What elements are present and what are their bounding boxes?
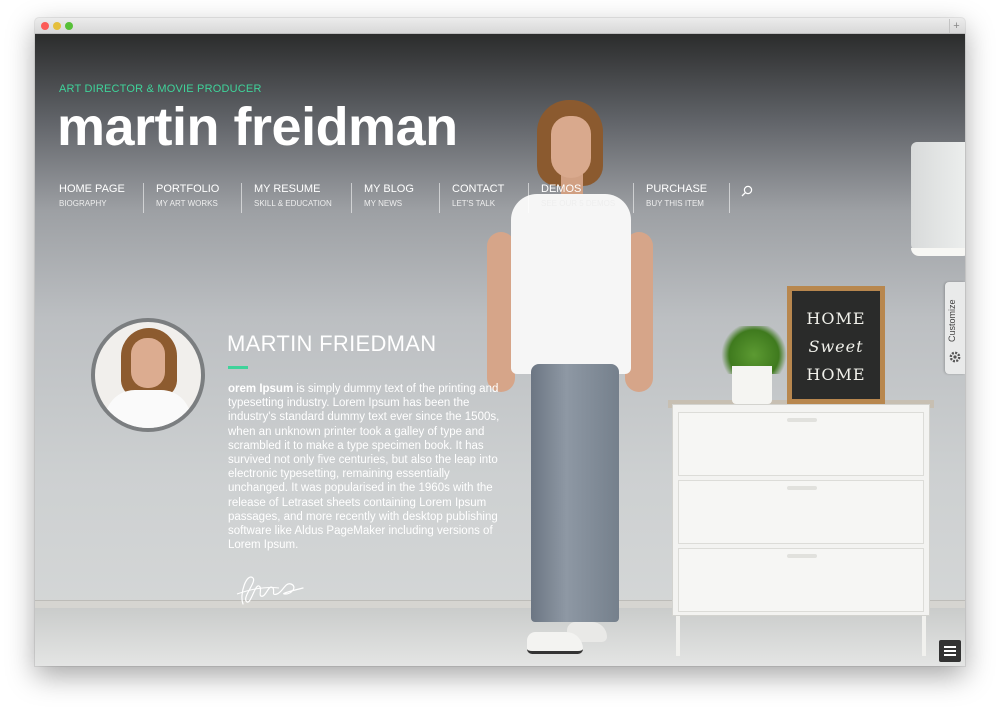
drawer xyxy=(678,412,924,476)
page-viewport: HOME Sweet HOME ART DIRECTOR & MOVIE PRO… xyxy=(35,34,965,666)
drawer xyxy=(678,548,924,612)
browser-window: + HOME Sweet HOME ART DIRECTOR & MOVIE P… xyxy=(35,18,965,666)
nav-sublabel: BIOGRAPHY xyxy=(59,199,107,208)
plant-pot xyxy=(732,366,772,404)
bio-text: is simply dummy text of the printing and… xyxy=(228,383,500,552)
nav-label: HOME PAGE xyxy=(59,183,125,195)
nav-label: CONTACT xyxy=(452,183,505,195)
site-title[interactable]: martin freidman xyxy=(57,95,458,159)
close-window-button[interactable] xyxy=(41,22,49,30)
new-tab-button[interactable]: + xyxy=(949,19,963,33)
nav-divider xyxy=(633,183,634,213)
lamp-image xyxy=(911,142,965,252)
browser-titlebar: + xyxy=(35,18,965,34)
profile-bio: orem Ipsum is simply dummy text of the p… xyxy=(228,382,512,552)
gear-icon xyxy=(949,351,961,363)
maximize-window-button[interactable] xyxy=(65,22,73,30)
nav-item-home[interactable]: HOME PAGE BIOGRAPHY xyxy=(59,183,125,213)
bio-lead: orem Ipsum xyxy=(228,383,294,395)
nav-label: DEMOS xyxy=(541,183,582,195)
drawer xyxy=(678,480,924,544)
nav-divider xyxy=(729,183,730,213)
nav-item-resume[interactable]: MY RESUME SKILL & EDUCATION xyxy=(254,183,332,213)
accent-divider xyxy=(228,366,248,369)
nav-item-purchase[interactable]: PURCHASE BUY THIS ITEM xyxy=(646,183,707,213)
menu-icon[interactable] xyxy=(939,640,961,662)
chalkboard-frame: HOME Sweet HOME xyxy=(787,286,885,404)
profile-name: MARTIN FRIEDMAN xyxy=(227,331,437,356)
chalkboard-text: HOME Sweet HOME xyxy=(792,291,880,399)
nav-divider xyxy=(528,183,529,213)
nav-divider xyxy=(439,183,440,213)
nav-divider xyxy=(143,183,144,213)
nav-sublabel: MY NEWS xyxy=(364,199,403,208)
hero-person-image xyxy=(467,94,687,666)
nav-item-blog[interactable]: MY BLOG MY NEWS xyxy=(364,183,414,213)
nav-item-portfolio[interactable]: PORTFOLIO MY ART WORKS xyxy=(156,183,219,213)
minimize-window-button[interactable] xyxy=(53,22,61,30)
nav-sublabel: LET'S TALK xyxy=(452,199,496,208)
site-tagline: ART DIRECTOR & MOVIE PRODUCER xyxy=(59,83,262,95)
nav-sublabel: BUY THIS ITEM xyxy=(646,199,704,208)
dresser-leg xyxy=(922,616,926,656)
nav-item-contact[interactable]: CONTACT LET'S TALK xyxy=(452,183,504,213)
signature-image xyxy=(236,576,304,605)
customize-tab[interactable]: Customize xyxy=(945,282,965,374)
nav-label: MY BLOG xyxy=(364,183,414,195)
nav-sublabel: SEE OUR 5 DEMOS xyxy=(541,199,616,208)
nav-label: PORTFOLIO xyxy=(156,183,220,195)
nav-divider xyxy=(241,183,242,213)
nav-sublabel: SKILL & EDUCATION xyxy=(254,199,332,208)
nav-sublabel: MY ART WORKS xyxy=(156,199,218,208)
avatar xyxy=(91,318,205,432)
nav-label: MY RESUME xyxy=(254,183,321,195)
nav-divider xyxy=(351,183,352,213)
customize-label: Customize xyxy=(947,299,957,342)
lamp-shade xyxy=(911,248,965,256)
nav-item-demos[interactable]: DEMOS SEE OUR 5 DEMOS xyxy=(541,183,615,213)
search-icon[interactable] xyxy=(741,185,753,197)
nav-label: PURCHASE xyxy=(646,183,708,195)
